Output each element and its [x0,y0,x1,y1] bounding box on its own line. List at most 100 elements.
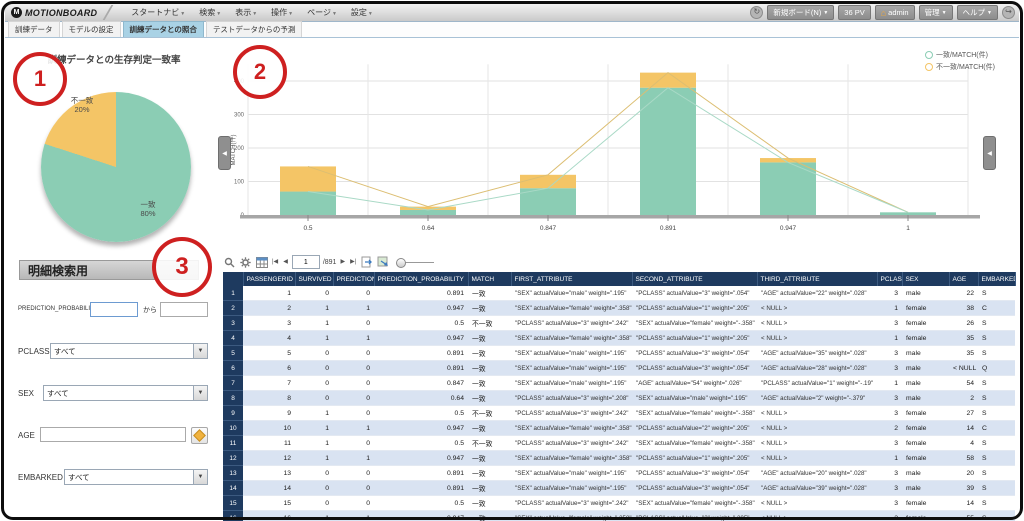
row-number-cell: 11 [223,436,243,451]
table-cell: 8 [243,391,295,406]
table-cell: 0 [295,391,333,406]
embarked-select[interactable]: すべて ▼ [64,469,208,485]
table-row[interactable]: 55000.891一致"SEX" actualValue="male" weig… [223,346,1015,361]
table-cell: 2 [877,511,902,521]
chart-panel-collapse-handle[interactable]: ◀ [983,136,996,170]
bar-segment-mismatch[interactable] [280,166,336,191]
menu-item-設定[interactable]: 設定▼ [351,7,373,18]
table-cell: 7 [243,376,295,391]
next-page-button[interactable]: ▶ [339,256,346,269]
table-row[interactable]: 88000.64一致"PCLASS" actualValue="3" weigh… [223,391,1015,406]
row-number-header [223,272,243,286]
column-header-MATCH[interactable]: MATCH [468,272,511,286]
bar-segment-match[interactable] [640,88,696,215]
table-row[interactable]: 1010110.947一致"SEX" actualValue="female" … [223,421,1015,436]
column-header-SURVIVED[interactable]: SURVIVED [295,272,333,286]
export-file-icon[interactable] [360,256,373,269]
bar-segment-match[interactable] [280,192,336,215]
bar-segment-match[interactable] [400,210,456,215]
topbar-button-ヘルプ[interactable]: ヘルプ▼ [957,5,998,20]
first-page-button[interactable]: |◀ [271,256,279,269]
zoom-slider[interactable] [396,256,436,269]
logout-icon[interactable]: ↪ [1002,6,1015,19]
table-row[interactable]: 1212110.947一致"SEX" actualValue="female" … [223,451,1015,466]
table-cell: 11 [243,436,295,451]
column-header-PASSENGERID[interactable]: PASSENGERID [243,272,295,286]
topbar-button-36 PV[interactable]: 36 PV [838,5,870,20]
table-row[interactable]: 99100.5不一致"PCLASS" actualValue="3" weigh… [223,406,1015,421]
sex-select[interactable]: すべて ▼ [43,385,208,401]
menu-item-操作[interactable]: 操作▼ [271,7,293,18]
menu-item-表示[interactable]: 表示▼ [235,7,257,18]
table-cell: < NULL > [757,331,877,346]
tab-訓練データ[interactable]: 訓練データ [8,21,60,37]
zoom-slider-knob[interactable] [396,258,406,268]
column-header-PREDICTION[interactable]: PREDICTION [333,272,374,286]
grid-view-icon[interactable] [255,256,268,269]
table-row[interactable]: 1414000.891一致"SEX" actualValue="male" we… [223,481,1015,496]
age-picker-button[interactable] [191,427,208,444]
pie-slice-label-match: 一致80% [118,200,178,219]
column-header-AGE[interactable]: AGE [949,272,978,286]
x-axis-tick-label: 0.947 [780,225,797,232]
page-number-input[interactable] [292,255,320,269]
menu-item-検索[interactable]: 検索▼ [199,7,221,18]
bar-segment-mismatch[interactable] [640,73,696,88]
table-cell: 一致 [468,451,511,466]
last-page-button[interactable]: ▶| [349,256,357,269]
table-cell: 10 [243,421,295,436]
column-header-SECOND_ATTRIBUTE[interactable]: SECOND_ATTRIBUTE [632,272,757,286]
age-input[interactable] [40,427,186,442]
table-row[interactable]: 1313000.891一致"SEX" actualValue="male" we… [223,466,1015,481]
topbar-button-新規ボード(N)[interactable]: 新規ボード(N)▼ [767,5,834,20]
prev-page-button[interactable]: ◀ [282,256,289,269]
refresh-icon[interactable]: ↻ [750,6,763,19]
column-header-PCLASS[interactable]: PCLASS [877,272,902,286]
motionboard-logo-text: MOTIONBOARD [25,8,97,18]
topbar-button-admin[interactable]: ⌂admin [875,5,915,20]
column-header-PREDICTION_PROBABILITY[interactable]: PREDICTION_PROBABILITY [374,272,468,286]
menu-item-ページ[interactable]: ページ▼ [307,7,337,18]
chevron-down-icon[interactable]: ▼ [193,470,207,484]
table-row[interactable]: 77000.847一致"SEX" actualValue="male" weig… [223,376,1015,391]
menu-item-スタートナビ[interactable]: スタートナビ▼ [131,7,185,18]
table-cell: 1 [295,436,333,451]
table-row[interactable]: 22110.947一致"SEX" actualValue="female" we… [223,301,1015,316]
column-header-EMBARKED[interactable]: EMBARKED [978,272,1015,286]
chevron-down-icon[interactable]: ▼ [193,344,207,358]
chevron-down-icon[interactable]: ▼ [193,386,207,400]
search-icon[interactable] [223,256,236,269]
table-cell: 0.947 [374,301,468,316]
column-header-SEX[interactable]: SEX [902,272,949,286]
chart-legend: 一致/MATCH(件)不一致/MATCH(件) [925,50,995,74]
pie-panel-collapse-handle[interactable]: ◀ [218,136,231,170]
table-cell: 1 [333,511,374,521]
table-row[interactable]: 11000.891一致"SEX" actualValue="male" weig… [223,286,1015,301]
table-row[interactable]: 44110.947一致"SEX" actualValue="female" we… [223,331,1015,346]
table-row[interactable]: 33100.5不一致"PCLASS" actualValue="3" weigh… [223,316,1015,331]
export-image-icon[interactable] [376,256,389,269]
table-cell: "SEX" actualValue="female" weight=".358" [511,451,632,466]
bar-segment-mismatch[interactable] [520,175,576,188]
prediction-probability-from-input[interactable] [90,302,138,317]
prediction-probability-to-input[interactable] [160,302,208,317]
table-cell: 0.891 [374,346,468,361]
table-row[interactable]: 1616110.947一致"SEX" actualValue="female" … [223,511,1015,521]
column-header-THIRD_ATTRIBUTE[interactable]: THIRD_ATTRIBUTE [757,272,877,286]
bar-segment-mismatch[interactable] [760,158,816,162]
row-number-cell: 1 [223,286,243,301]
x-axis-tick-label: 0.891 [660,225,677,232]
column-header-FIRST_ATTRIBUTE[interactable]: FIRST_ATTRIBUTE [511,272,632,286]
row-number-cell: 10 [223,421,243,436]
table-row[interactable]: 1111100.5不一致"PCLASS" actualValue="3" wei… [223,436,1015,451]
pclass-select[interactable]: すべて ▼ [50,343,208,359]
table-row[interactable]: 66000.891一致"SEX" actualValue="male" weig… [223,361,1015,376]
tab-モデルの設定[interactable]: モデルの設定 [62,21,121,37]
topbar-button-管理[interactable]: 管理▼ [919,5,953,20]
bar-segment-match[interactable] [880,212,936,215]
tab-テストデータからの予測[interactable]: テストデータからの予測 [206,21,303,37]
row-number-cell: 4 [223,331,243,346]
gear-icon[interactable] [239,256,252,269]
tab-訓練データとの照合[interactable]: 訓練データとの照合 [123,21,204,37]
table-row[interactable]: 1515000.5一致"PCLASS" actualValue="3" weig… [223,496,1015,511]
